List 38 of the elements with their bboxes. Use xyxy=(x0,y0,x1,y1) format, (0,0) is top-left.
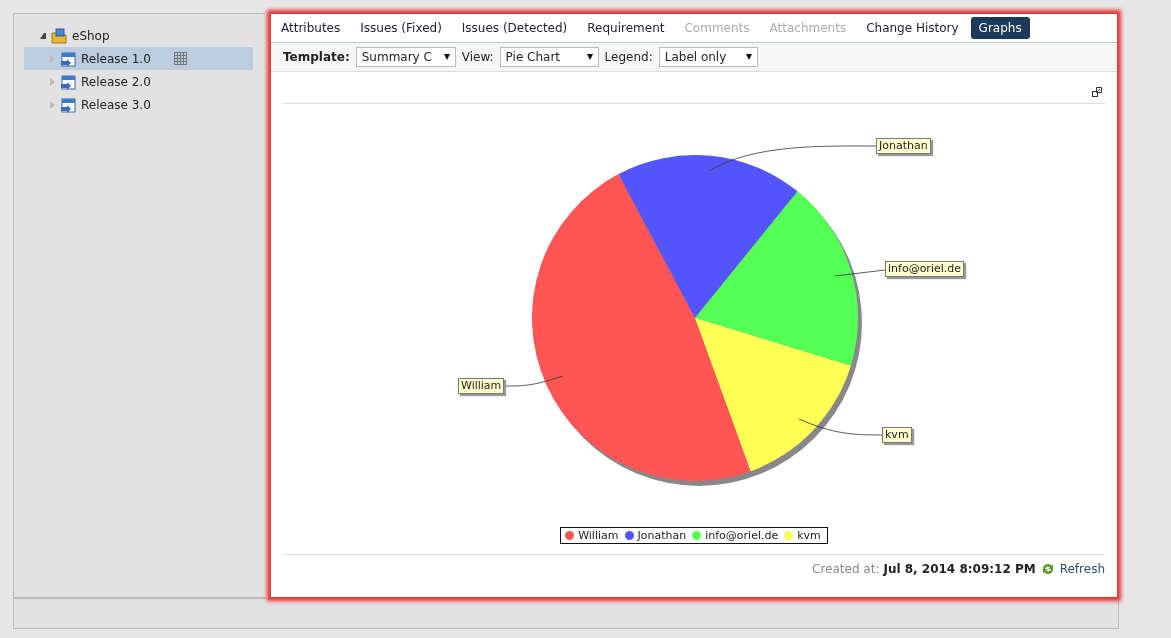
legend-label: Jonathan xyxy=(637,529,687,542)
tab[interactable]: Issues (Fixed) xyxy=(352,17,450,39)
caret-icon xyxy=(443,54,450,60)
dropdown[interactable]: Summary C xyxy=(355,47,456,67)
legend-label: kvm xyxy=(797,529,821,542)
tab[interactable]: Change History xyxy=(858,17,967,39)
grid-icon[interactable] xyxy=(173,52,187,65)
calendar-icon xyxy=(60,73,76,90)
tab[interactable]: Graphs xyxy=(970,17,1030,39)
legend-label: William xyxy=(578,529,619,542)
expand-icon[interactable] xyxy=(1092,86,1103,97)
field-label: Template: xyxy=(283,50,350,64)
caret-icon xyxy=(586,54,593,60)
tab[interactable]: Attributes xyxy=(273,17,349,39)
field-label: View: xyxy=(461,50,494,64)
created-date: Jul 8, 2014 8:09:12 PM xyxy=(883,562,1036,576)
slice-label: Jonathan xyxy=(876,138,931,154)
dropdown[interactable]: Pie Chart xyxy=(499,47,599,67)
legend-label: info@oriel.de xyxy=(705,529,779,542)
slice-label: William xyxy=(458,378,505,394)
caret-icon xyxy=(745,54,752,60)
field-label: Legend: xyxy=(604,50,653,64)
slice-label: info@oriel.de xyxy=(885,261,964,277)
tab[interactable]: Issues (Detected) xyxy=(453,17,576,39)
created-label: Created at: xyxy=(812,562,880,576)
tree-item[interactable]: eShop xyxy=(24,24,253,47)
folder-icon xyxy=(51,27,67,44)
tree-item[interactable]: Release 2.0 xyxy=(24,70,253,93)
calendar-icon xyxy=(60,96,76,113)
tab[interactable]: Requirement xyxy=(579,17,673,39)
calendar-icon xyxy=(60,50,76,67)
tree-item[interactable]: Release 3.0 xyxy=(24,93,253,116)
slice-label: kvm xyxy=(882,427,912,443)
leader-line xyxy=(505,375,564,387)
dropdown[interactable]: Label only xyxy=(658,47,758,67)
refresh-link[interactable]: Refresh xyxy=(1059,562,1105,576)
tree-item[interactable]: Release 1.0 xyxy=(24,47,253,70)
leader-line xyxy=(834,269,886,277)
